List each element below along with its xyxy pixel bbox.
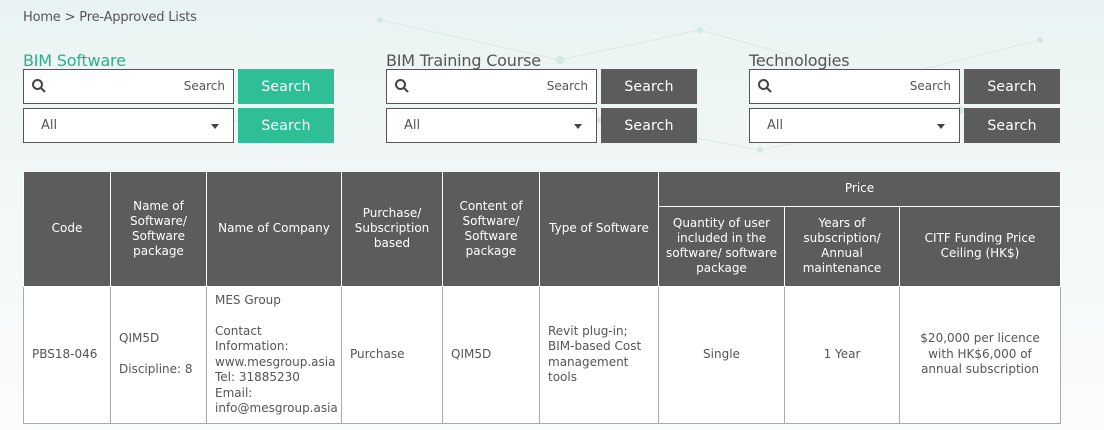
search-placeholder: Search [183, 79, 225, 93]
cell-purchase: Purchase [341, 285, 443, 424]
header-price-ceiling: CITF Funding Price Ceiling (HK$) [898, 205, 1062, 287]
software-discipline: Discipline: 8 [119, 362, 193, 377]
company-name: MES Group [215, 292, 281, 307]
header-quantity: Quantity of user included in the softwar… [658, 205, 785, 287]
header-purchase: Purchase/ Subscription based [341, 172, 443, 287]
header-company: Name of Company [206, 172, 342, 287]
search-button-technologies[interactable]: Search [964, 69, 1060, 104]
chevron-down-icon [937, 124, 945, 129]
cell-years: 1 Year [784, 285, 900, 424]
category-select-bim-training-course[interactable]: All [386, 108, 597, 143]
cell-type: Revit plug-in; BIM-based Cost management… [539, 285, 659, 424]
filter-search-button-technologies[interactable]: Search [964, 108, 1060, 143]
cell-quantity: Single [658, 285, 785, 424]
table-row: PBS18-046 QIM5D Discipline: 8 MES Group … [23, 285, 1062, 424]
filter-search-button-bim-training-course[interactable]: Search [601, 108, 697, 143]
search-input-technologies[interactable]: Search [749, 69, 960, 104]
filter-title-bim-training-course[interactable]: BIM Training Course [386, 52, 698, 70]
search-placeholder: Search [546, 79, 588, 93]
email-label: Email: [215, 385, 253, 400]
search-icon [32, 79, 46, 93]
search-input-bim-training-course[interactable]: Search [386, 69, 597, 104]
search-input-bim-software[interactable]: Search [23, 69, 234, 104]
category-select-technologies[interactable]: All [749, 108, 960, 143]
header-code: Code [23, 172, 111, 287]
breadcrumb-separator: > [64, 10, 76, 25]
cell-software-name: QIM5D Discipline: 8 [110, 285, 207, 424]
company-website-link[interactable]: www.mesgroup.asia [215, 355, 335, 371]
breadcrumb: Home > Pre-Approved Lists [23, 10, 201, 25]
header-type: Type of Software [539, 172, 659, 287]
search-placeholder: Search [909, 79, 951, 93]
pre-approved-software-table: Code Name of Software/ Software package … [23, 172, 1062, 424]
contact-label: Contact Information: [215, 323, 289, 354]
filter-title-bim-software[interactable]: BIM Software [23, 52, 335, 70]
chevron-down-icon [574, 124, 582, 129]
header-years: Years of subscription/ Annual maintenanc… [784, 205, 900, 287]
filter-group-bim-training-course: BIM Training Course Search Search All Se… [386, 52, 698, 143]
header-price: Price [657, 172, 1062, 207]
filter-title-technologies[interactable]: Technologies [749, 52, 1061, 70]
company-tel: Tel: 31885230 [215, 370, 300, 384]
search-button-bim-software[interactable]: Search [238, 69, 334, 104]
header-content: Content of Software/ Software package [442, 172, 540, 287]
select-value: All [41, 118, 58, 133]
select-value: All [767, 118, 784, 133]
cell-code: PBS18-046 [23, 285, 111, 424]
search-button-bim-training-course[interactable]: Search [601, 69, 697, 104]
select-value: All [404, 118, 421, 133]
filter-group-technologies: Technologies Search Search All Search [749, 52, 1061, 143]
breadcrumb-home-link[interactable]: Home [23, 10, 61, 25]
cell-content: QIM5D [442, 285, 540, 424]
header-software-name: Name of Software/ Software package [110, 172, 207, 287]
cell-price-ceiling: $20,000 per licence with HK$6,000 of ann… [898, 285, 1062, 424]
company-email-link[interactable]: info@mesgroup.asia [215, 401, 338, 417]
chevron-down-icon [211, 124, 219, 129]
search-icon [395, 79, 409, 93]
software-name: QIM5D [119, 331, 160, 346]
search-icon [758, 79, 772, 93]
category-select-bim-software[interactable]: All [23, 108, 234, 143]
filter-group-bim-software: BIM Software Search Search All Search [23, 52, 335, 143]
filter-search-button-bim-software[interactable]: Search [238, 108, 334, 143]
breadcrumb-current: Pre-Approved Lists [79, 10, 197, 25]
cell-company: MES Group Contact Information: www.mesgr… [206, 285, 342, 424]
